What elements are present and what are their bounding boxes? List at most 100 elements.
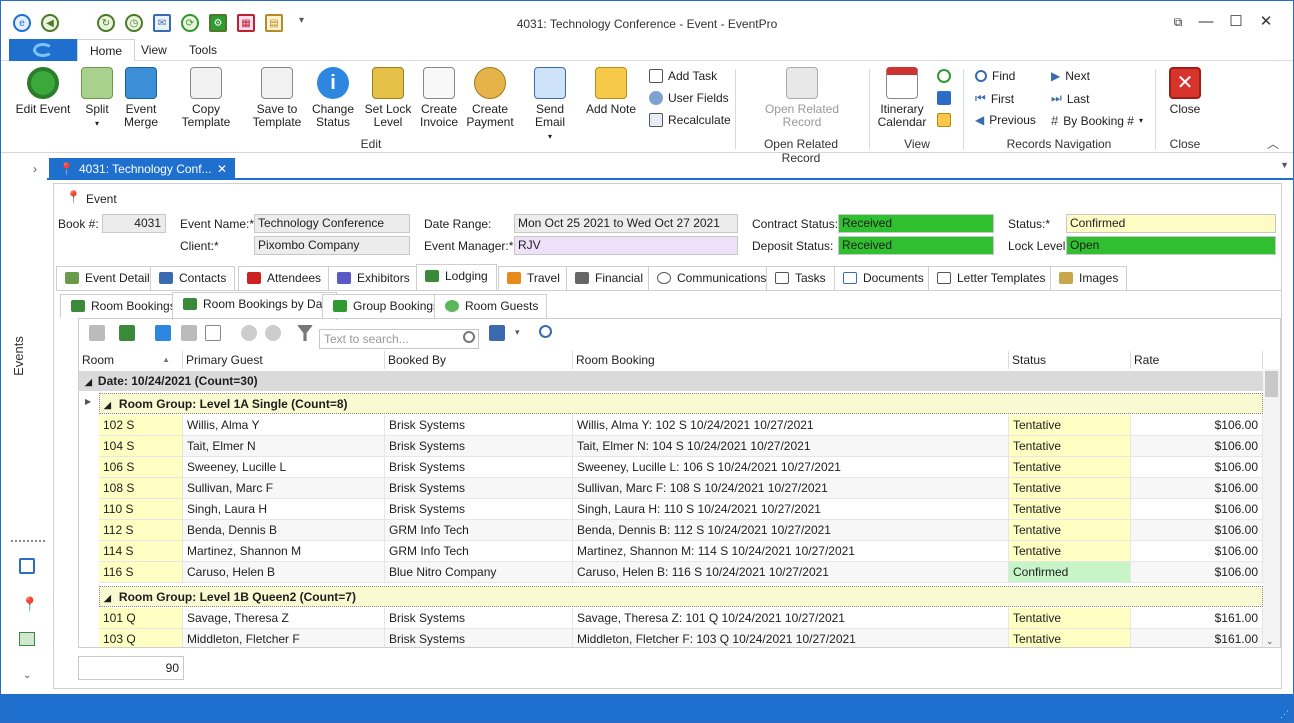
- print-icon[interactable]: [89, 325, 105, 341]
- tab-room-guests[interactable]: Room Guests: [434, 294, 548, 318]
- first-button[interactable]: ⏮ First: [975, 91, 1014, 106]
- column-header-room[interactable]: Room ▲: [79, 351, 183, 369]
- add-note-button[interactable]: Add Note: [585, 67, 637, 116]
- user-fields-button[interactable]: User Fields: [649, 91, 729, 105]
- previous-button[interactable]: ◀ Previous: [975, 113, 1036, 127]
- column-header-rate[interactable]: Rate: [1131, 351, 1263, 369]
- create-invoice-button[interactable]: Create Invoice: [417, 67, 461, 129]
- find-icon[interactable]: [539, 325, 552, 338]
- restore-ribbon-icon[interactable]: ⧉: [1163, 12, 1193, 32]
- collapse-all-icon[interactable]: [241, 325, 257, 341]
- chevron-down-icon[interactable]: ⌄: [23, 670, 31, 681]
- scrollbar-thumb[interactable]: [1265, 371, 1278, 397]
- tab-communications[interactable]: Communications: [648, 266, 776, 290]
- collapse-icon[interactable]: ◢: [85, 377, 92, 387]
- layout-icon[interactable]: [119, 325, 135, 341]
- vertical-scrollbar[interactable]: ⌄: [1263, 369, 1280, 647]
- events-sidebar-label[interactable]: Events: [11, 336, 31, 376]
- by-booking-button[interactable]: # By Booking # ▾: [1051, 113, 1143, 128]
- collapse-icon[interactable]: ◢: [104, 593, 111, 603]
- column-header-primary-guest[interactable]: Primary Guest: [183, 351, 385, 369]
- table-row[interactable]: 108 S Sullivan, Marc F Brisk Systems Sulliv…: [99, 478, 1263, 499]
- change-status-button[interactable]: i Change Status: [309, 67, 357, 129]
- tab-travel[interactable]: Travel: [498, 266, 569, 290]
- deposit-status-select[interactable]: Received: [838, 236, 994, 255]
- table-row[interactable]: 102 S Willis, Alma Y Brisk Systems Willis, …: [99, 415, 1263, 436]
- maximize-button[interactable]: ☐: [1221, 12, 1251, 32]
- add-task-button[interactable]: Add Task: [649, 69, 717, 83]
- tab-document-event[interactable]: 📍 4031: Technology Conf... ✕: [49, 158, 235, 180]
- status-field[interactable]: Confirmed: [1066, 214, 1276, 233]
- event-merge-button[interactable]: Event Merge: [119, 67, 163, 129]
- tab-documents[interactable]: Documents: [834, 266, 933, 290]
- refresh-view-button[interactable]: [937, 69, 951, 83]
- room-group-row[interactable]: ◢ Room Group: Level 1B Queen2 (Count=7): [99, 586, 1263, 607]
- lock-level-field[interactable]: Open: [1066, 236, 1276, 255]
- save-to-template-button[interactable]: Save to Template: [251, 67, 303, 129]
- save-dropdown-icon[interactable]: ▾: [515, 327, 520, 338]
- date-range-field[interactable]: Mon Oct 25 2021 to Wed Oct 27 2021: [514, 214, 738, 233]
- table-row[interactable]: 114 S Martinez, Shannon M GRM Info Tech Mar…: [99, 541, 1263, 562]
- last-button[interactable]: ⏭ Last: [1051, 91, 1090, 106]
- create-payment-button[interactable]: Create Payment: [465, 67, 515, 129]
- expand-sidebar-icon[interactable]: ›: [33, 162, 37, 176]
- split-button[interactable]: Split ▾: [77, 67, 117, 130]
- save-icon[interactable]: [489, 325, 505, 341]
- tab-home[interactable]: Home: [77, 39, 136, 62]
- tab-room-bookings[interactable]: Room Bookings: [60, 294, 185, 318]
- notes-view-button[interactable]: [937, 113, 951, 127]
- column-header-booked-by[interactable]: Booked By: [385, 351, 573, 369]
- export-icon[interactable]: [155, 325, 171, 341]
- tab-tools[interactable]: Tools: [177, 39, 229, 61]
- recalculate-button[interactable]: Recalculate: [649, 113, 731, 127]
- date-group-row[interactable]: ◢ Date: 10/24/2021 (Count=30): [79, 371, 1263, 391]
- tab-event-detail[interactable]: Event Detail: [56, 266, 159, 290]
- find-button[interactable]: Find: [975, 69, 1015, 83]
- table-row[interactable]: 104 S Tait, Elmer N Brisk Systems Tait, Elm…: [99, 436, 1263, 457]
- open-related-record-button[interactable]: Open Related Record: [757, 67, 847, 129]
- tab-attendees[interactable]: Attendees: [238, 266, 331, 290]
- book-number-field[interactable]: 4031: [102, 214, 166, 233]
- tab-letter-templates[interactable]: Letter Templates: [928, 266, 1055, 290]
- table-row[interactable]: 110 S Singh, Laura H Brisk Systems Singh, L…: [99, 499, 1263, 520]
- room-group-row[interactable]: ◢ Room Group: Level 1A Single (Count=8): [99, 393, 1263, 414]
- home-icon[interactable]: [19, 558, 35, 574]
- tab-exhibitors[interactable]: Exhibitors: [328, 266, 419, 290]
- search-icon[interactable]: [463, 331, 475, 343]
- expand-all-icon[interactable]: [265, 325, 281, 341]
- table-row[interactable]: 101 Q Savage, Theresa Z Brisk Systems Savag…: [99, 608, 1263, 629]
- table-row[interactable]: 116 S Caruso, Helen B Blue Nitro Company Ca…: [99, 562, 1263, 583]
- event-name-field[interactable]: Technology Conference: [254, 214, 410, 233]
- itinerary-calendar-button[interactable]: Itinerary Calendar: [877, 67, 927, 129]
- search-input[interactable]: Text to search...: [319, 329, 479, 349]
- event-manager-field[interactable]: RJV: [514, 236, 738, 255]
- filter-icon[interactable]: [297, 325, 313, 341]
- table-row[interactable]: 106 S Sweeney, Lucille L Brisk Systems Swee…: [99, 457, 1263, 478]
- tab-view[interactable]: View: [129, 39, 179, 61]
- edit-event-button[interactable]: Edit Event: [13, 67, 73, 116]
- group-panel-icon[interactable]: [205, 325, 221, 341]
- next-button[interactable]: ▶ Next: [1051, 69, 1090, 83]
- minimize-button[interactable]: —: [1191, 12, 1221, 32]
- tab-room-bookings-by-day[interactable]: Room Bookings by Day: [172, 292, 338, 320]
- client-field[interactable]: Pixombo Company: [254, 236, 410, 255]
- scroll-down-icon[interactable]: ⌄: [1266, 636, 1274, 647]
- resize-grip-icon[interactable]: ⋰: [1280, 709, 1289, 720]
- tab-financial[interactable]: Financial: [566, 266, 653, 290]
- tab-images[interactable]: Images: [1050, 266, 1128, 290]
- info-view-button[interactable]: [937, 91, 951, 105]
- column-header-room-booking[interactable]: Room Booking: [573, 351, 1009, 369]
- tab-lodging[interactable]: Lodging: [416, 264, 497, 290]
- close-tab-icon[interactable]: ✕: [217, 158, 227, 180]
- set-lock-level-button[interactable]: Set Lock Level: [363, 67, 413, 129]
- bed-icon[interactable]: [19, 632, 35, 646]
- column-icon[interactable]: [181, 325, 197, 341]
- app-menu-button[interactable]: [9, 39, 77, 61]
- tab-group-bookings[interactable]: Group Bookings: [322, 294, 449, 318]
- collapse-ribbon-icon[interactable]: ︿: [1267, 135, 1279, 152]
- close-button[interactable]: ✕ Close: [1165, 67, 1205, 116]
- table-row[interactable]: 112 S Benda, Dennis B GRM Info Tech Benda, …: [99, 520, 1263, 541]
- tab-tasks[interactable]: Tasks: [766, 266, 835, 290]
- collapse-icon[interactable]: ◢: [104, 400, 111, 410]
- copy-template-button[interactable]: Copy Template: [167, 67, 245, 129]
